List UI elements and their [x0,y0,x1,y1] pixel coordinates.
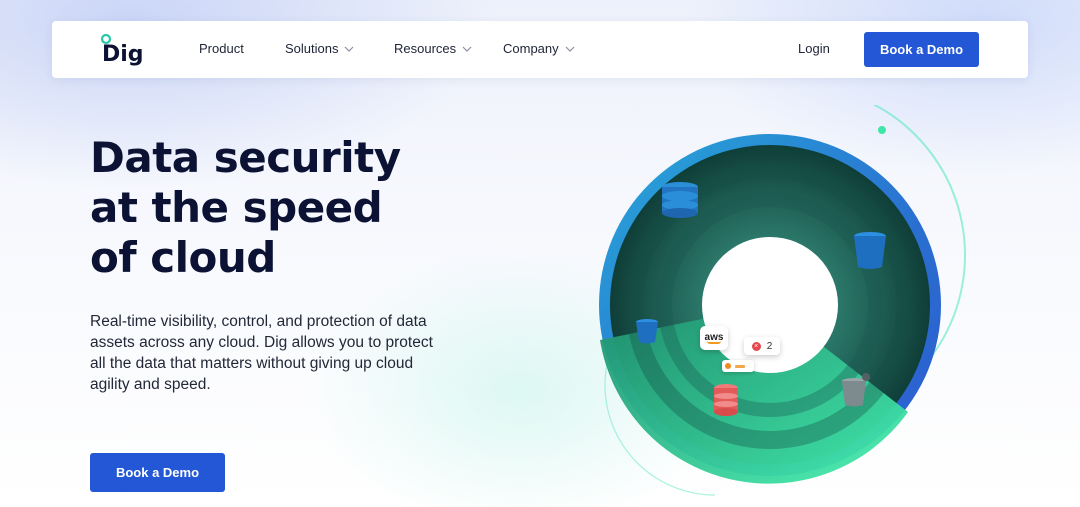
bucket-icon [636,319,658,344]
aws-badge: aws [700,326,728,350]
status-bar-icon [735,364,745,368]
hero-title-line: at the speed [90,183,383,232]
dig-logo[interactable]: Dig [100,33,160,67]
book-demo-button-nav[interactable]: Book a Demo [864,32,979,67]
top-navbar: Dig Product Solutions Resources Company … [52,21,1028,78]
nav-item-label: Resources [394,41,457,56]
status-dot-icon [725,363,731,369]
aws-smile-icon [707,341,721,344]
nav-item-solutions[interactable]: Solutions [285,41,354,56]
nav-item-label: Solutions [285,41,339,56]
book-demo-button-hero[interactable]: Book a Demo [90,453,225,492]
hero-title-line: of cloud [90,233,276,282]
orbit-dot [878,126,886,134]
hero-title-line: Data security [90,133,401,182]
chevron-down-icon [462,46,472,52]
cloud-data-ring-illustration [599,105,966,496]
database-red-icon [714,384,738,416]
chevron-down-icon [345,46,354,52]
svg-text:Dig: Dig [102,42,144,67]
database-stack-icon [662,182,698,218]
nav-item-label: Company [503,41,559,56]
nav-item-product[interactable]: Product [199,41,244,56]
chevron-down-icon [565,46,575,52]
nav-item-label: Product [199,41,244,56]
nav-item-company[interactable]: Company [503,41,575,56]
login-link[interactable]: Login [798,41,830,56]
alert-x-icon: × [751,341,761,351]
alert-count-badge: × 2 [744,337,780,355]
status-mini-badge [722,360,754,372]
bucket-icon [854,232,886,269]
hero-description: Real-time visibility, control, and prote… [90,313,433,393]
nav-item-resources[interactable]: Resources [394,41,472,56]
alert-count: 2 [766,340,773,352]
hero-title: Data security at the speed of cloud [90,133,510,283]
